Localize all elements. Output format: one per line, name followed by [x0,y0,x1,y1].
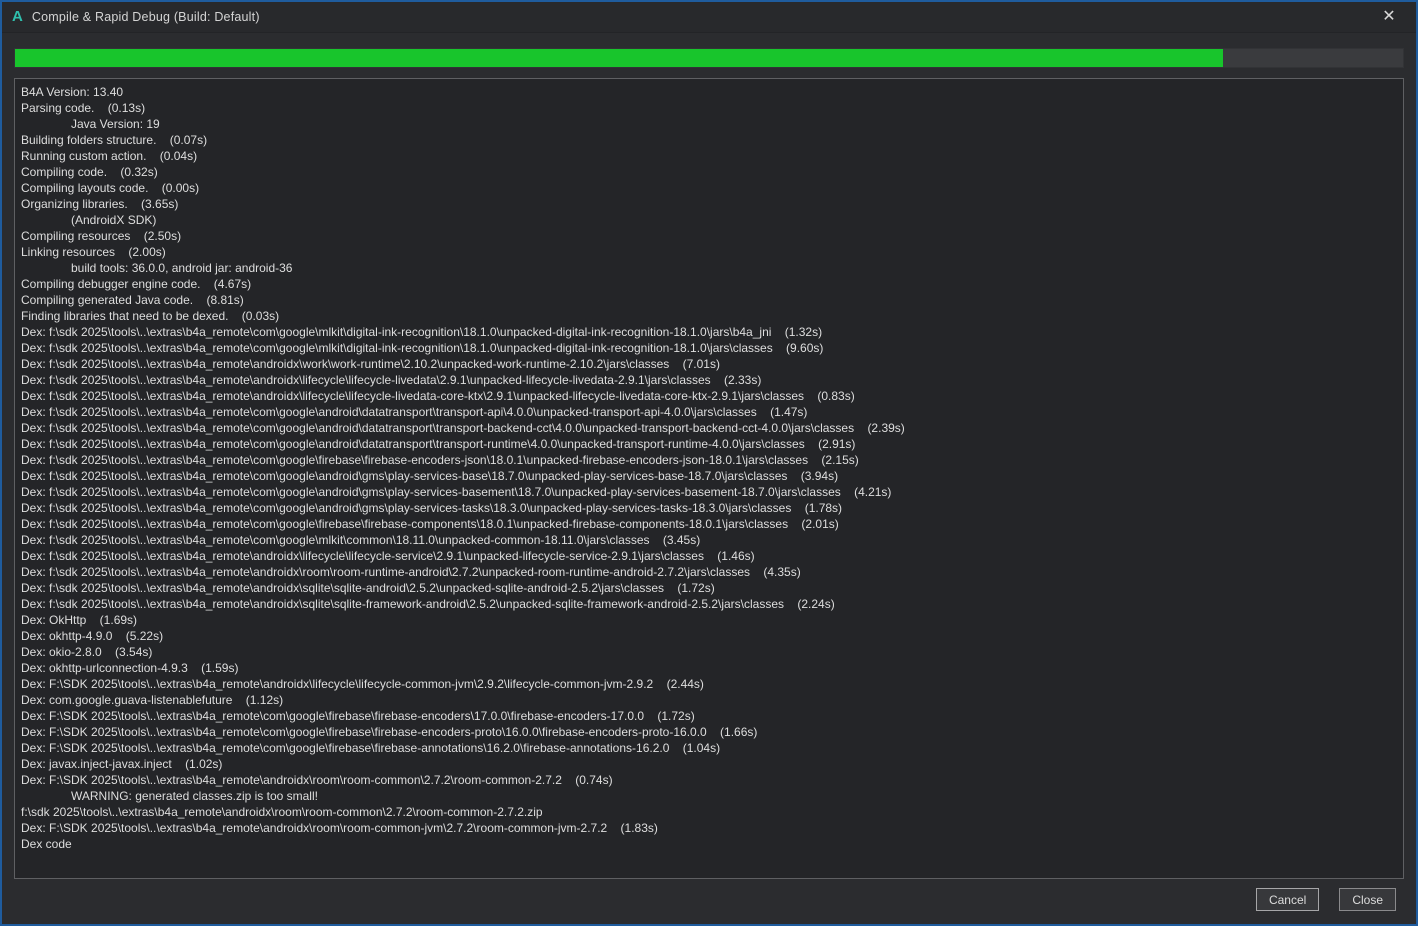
progress-fill [15,49,1223,67]
log-line: Compiling code. (0.32s) [21,165,158,179]
log-line: Dex: javax.inject-javax.inject (1.02s) [21,757,223,771]
log-line: Dex: F:\SDK 2025\tools\..\extras\b4a_rem… [21,741,721,755]
log-line: Java Version: 19 [71,117,160,131]
log-line: Dex: F:\SDK 2025\tools\..\extras\b4a_rem… [21,725,758,739]
progress-bar [14,48,1404,68]
log-line: Dex: com.google.guava-listenablefuture (… [21,693,284,707]
log-line: f:\sdk 2025\tools\..\extras\b4a_remote\a… [21,805,543,819]
log-line: (AndroidX SDK) [71,213,157,227]
log-line: Dex: f:\sdk 2025\tools\..\extras\b4a_rem… [21,549,755,563]
log-line: Compiling generated Java code. (8.81s) [21,293,244,307]
log-line: Finding libraries that need to be dexed.… [21,309,280,323]
log-line: build tools: 36.0.0, android jar: androi… [71,261,293,275]
log-line: Dex: f:\sdk 2025\tools\..\extras\b4a_rem… [21,501,843,515]
log-line: Linking resources (2.00s) [21,245,166,259]
log-line: Dex: f:\sdk 2025\tools\..\extras\b4a_rem… [21,405,808,419]
close-icon[interactable]: ✕ [1372,2,1406,32]
log-line: Dex: okio-2.8.0 (3.54s) [21,645,153,659]
log-line: Dex: f:\sdk 2025\tools\..\extras\b4a_rem… [21,565,801,579]
log-line: Dex: f:\sdk 2025\tools\..\extras\b4a_rem… [21,517,839,531]
log-line: Dex: f:\sdk 2025\tools\..\extras\b4a_rem… [21,469,839,483]
close-button[interactable]: Close [1339,888,1396,911]
log-line: Dex: f:\sdk 2025\tools\..\extras\b4a_rem… [21,357,720,371]
log-line: Dex: f:\sdk 2025\tools\..\extras\b4a_rem… [21,341,824,355]
log-line: Compiling debugger engine code. (4.67s) [21,277,252,291]
footer-buttons: Cancel Close [1255,888,1396,911]
log-line: Dex: f:\sdk 2025\tools\..\extras\b4a_rem… [21,581,715,595]
log-line: Dex: F:\SDK 2025\tools\..\extras\b4a_rem… [21,709,695,723]
log-line: Dex: f:\sdk 2025\tools\..\extras\b4a_rem… [21,533,701,547]
log-line: Running custom action. (0.04s) [21,149,198,163]
log-line: B4A Version: 13.40 [21,85,124,99]
compile-log-output[interactable]: B4A Version: 13.40 Parsing code. (0.13s) J… [14,78,1404,879]
log-line: Dex: f:\sdk 2025\tools\..\extras\b4a_rem… [21,485,892,499]
log-line: Dex: OkHttp (1.69s) [21,613,138,627]
titlebar[interactable]: A Compile & Rapid Debug (Build: Default)… [2,2,1416,33]
log-line: Dex: F:\SDK 2025\tools\..\extras\b4a_rem… [21,821,658,835]
log-line: Dex: f:\sdk 2025\tools\..\extras\b4a_rem… [21,453,859,467]
cancel-button[interactable]: Cancel [1255,888,1320,911]
log-line: Dex: F:\SDK 2025\tools\..\extras\b4a_rem… [21,773,613,787]
log-line: WARNING: generated classes.zip is too sm… [71,789,318,803]
b4a-logo-icon: A [12,8,23,25]
log-line: Dex: okhttp-4.9.0 (5.22s) [21,629,164,643]
log-line: Dex: f:\sdk 2025\tools\..\extras\b4a_rem… [21,597,835,611]
log-line: Building folders structure. (0.07s) [21,133,208,147]
log-line: Dex: f:\sdk 2025\tools\..\extras\b4a_rem… [21,373,762,387]
log-line: Dex: f:\sdk 2025\tools\..\extras\b4a_rem… [21,421,905,435]
log-line: Dex: f:\sdk 2025\tools\..\extras\b4a_rem… [21,389,855,403]
log-line: Dex: okhttp-urlconnection-4.9.3 (1.59s) [21,661,239,675]
log-line: Compiling resources (2.50s) [21,229,182,243]
log-line: Dex: F:\SDK 2025\tools\..\extras\b4a_rem… [21,677,704,691]
log-line: Dex: f:\sdk 2025\tools\..\extras\b4a_rem… [21,437,856,451]
window-title: Compile & Rapid Debug (Build: Default) [31,10,260,24]
compile-debug-dialog: A Compile & Rapid Debug (Build: Default)… [0,0,1418,926]
log-line: Dex code [21,837,72,851]
log-line: Compiling layouts code. (0.00s) [21,181,200,195]
log-line: Parsing code. (0.13s) [21,101,146,115]
log-line: Dex: f:\sdk 2025\tools\..\extras\b4a_rem… [21,325,823,339]
log-line: Organizing libraries. (3.65s) [21,197,179,211]
